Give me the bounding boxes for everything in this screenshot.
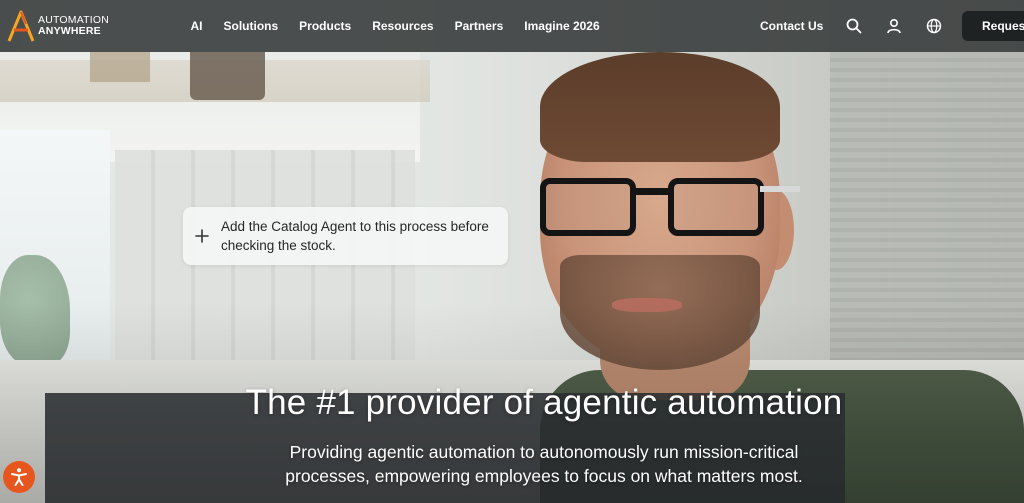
logo-wordmark: AUTOMATION ANYWHERE [38, 15, 109, 37]
nav-item-ai[interactable]: AI [180, 19, 213, 33]
hero-subhead: Providing agentic automation to autonomo… [0, 440, 1024, 488]
nav-item-solutions[interactable]: Solutions [213, 19, 289, 33]
hero-background [0, 0, 1024, 503]
user-icon[interactable] [883, 15, 905, 37]
nav-item-products[interactable]: Products [289, 19, 362, 33]
top-nav: AUTOMATION ANYWHERE AI Solutions Product… [0, 0, 1024, 52]
nav-item-partners[interactable]: Partners [444, 19, 514, 33]
accessibility-icon [11, 468, 27, 486]
main-menu: AI Solutions Products Resources Partners… [180, 0, 610, 52]
contact-us-link[interactable]: Contact Us [760, 19, 823, 33]
accessibility-button[interactable] [3, 461, 35, 493]
logo-mark-icon [7, 10, 35, 42]
hero-shade [0, 0, 1024, 503]
request-demo-button[interactable]: Request [962, 11, 1024, 41]
right-nav: Contact Us [760, 0, 963, 52]
search-icon[interactable] [843, 15, 865, 37]
agent-prompt-bubble: Add the Catalog Agent to this process be… [183, 207, 508, 265]
hero-subhead-line2: processes, empowering employees to focus… [285, 466, 803, 486]
brand-logo[interactable]: AUTOMATION ANYWHERE [6, 6, 116, 46]
agent-prompt-text: Add the Catalog Agent to this process be… [221, 219, 489, 253]
plus-icon [195, 229, 209, 243]
nav-item-imagine-2026[interactable]: Imagine 2026 [514, 19, 610, 33]
logo-line2: ANYWHERE [38, 25, 101, 37]
globe-icon[interactable] [923, 15, 945, 37]
hero-headline: The #1 provider of agentic automation [245, 383, 843, 422]
nav-item-resources[interactable]: Resources [362, 19, 444, 33]
hero-subhead-line1: Providing agentic automation to autonomo… [289, 442, 799, 462]
